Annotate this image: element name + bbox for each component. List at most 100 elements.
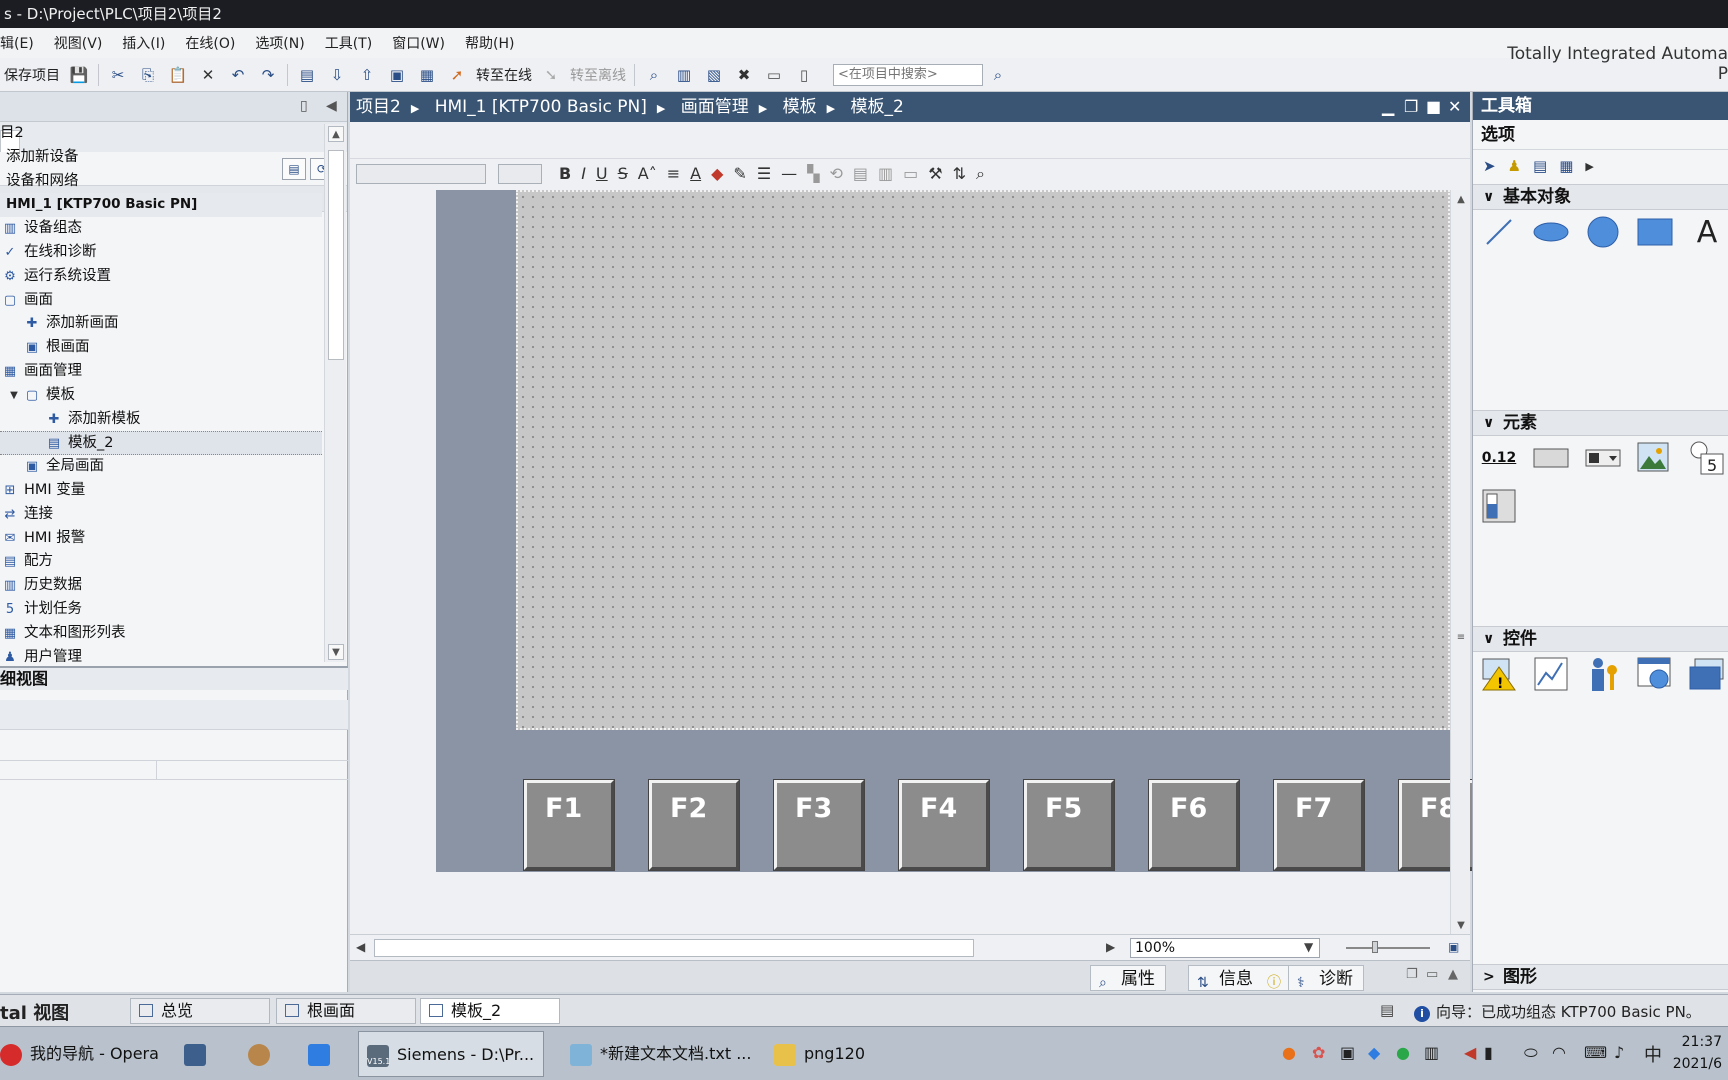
panel-expand-icon[interactable]: ▲: [1448, 967, 1458, 982]
upload-icon[interactable]: ⇧: [354, 63, 380, 87]
recipe-view-icon[interactable]: [1687, 654, 1727, 694]
tree-item[interactable]: 设备和网络: [0, 170, 322, 194]
canvas-vertical-scrollbar[interactable]: ▲ ≡ ▼: [1450, 190, 1470, 950]
scroll-up-icon[interactable]: ▲: [328, 126, 344, 142]
tray-volume-icon[interactable]: ♪: [1614, 1043, 1624, 1062]
taskbar-clock[interactable]: 21:37 2021/6: [1673, 1031, 1722, 1075]
tree-item[interactable]: 添加新设备: [0, 146, 322, 170]
font-size-select[interactable]: [498, 163, 542, 184]
tree-item[interactable]: ⚙ 运行系统设置: [0, 265, 322, 289]
html-browser-icon[interactable]: [1635, 654, 1675, 694]
menu-view[interactable]: 视图(V): [44, 33, 113, 53]
rotate-icon[interactable]: ⟲: [824, 164, 847, 183]
tree-scrollbar[interactable]: ▲ ▼: [324, 124, 346, 662]
tree-item[interactable]: ▣ 全局画面: [0, 455, 322, 479]
compile-icon[interactable]: ▤: [294, 63, 320, 87]
close-editor-icon[interactable]: ✖: [731, 63, 757, 87]
tray-usb-icon[interactable]: ▣: [1340, 1043, 1355, 1062]
line-color-icon[interactable]: ✎: [728, 164, 751, 183]
function-key-f5[interactable]: F5: [1024, 780, 1114, 870]
tree-item[interactable]: ⊞ HMI 变量: [0, 479, 322, 503]
minimize-icon[interactable]: ▁: [1382, 92, 1394, 122]
tree-item-project[interactable]: 目2: [0, 122, 322, 146]
split-vertical-icon[interactable]: ▯: [791, 63, 817, 87]
breadcrumb-item[interactable]: 项目2: [356, 97, 401, 117]
tray-ime[interactable]: 中: [1644, 1041, 1662, 1067]
collapse-left-icon[interactable]: ◀: [326, 98, 337, 114]
download-icon[interactable]: ⇩: [324, 63, 350, 87]
tree-item[interactable]: ▦ 画面管理: [0, 360, 322, 384]
float-icon[interactable]: ❐: [1404, 92, 1418, 122]
section-basic-objects[interactable]: ∨ 基本对象: [1473, 184, 1728, 210]
horizontal-scroll-thumb[interactable]: [374, 939, 974, 957]
scroll-down-icon[interactable]: ▼: [1453, 918, 1469, 934]
tree-item[interactable]: ▤ 配方: [0, 550, 322, 574]
table-icon[interactable]: ▦: [1559, 157, 1573, 175]
tab-info[interactable]: ⇅ 信息 ⓘ: [1188, 965, 1290, 991]
taskbar-tia-portal[interactable]: V15.1 Siemens - D:\Pr...: [358, 1031, 544, 1077]
scroll-right-icon[interactable]: ▶: [1106, 940, 1115, 954]
scroll-left-icon[interactable]: ◀: [356, 940, 365, 954]
tree-item[interactable]: ♟ 用户管理: [0, 646, 322, 664]
italic-icon[interactable]: I: [576, 164, 591, 183]
alarm-view-icon[interactable]: !: [1479, 654, 1519, 694]
user-view-icon[interactable]: [1583, 654, 1623, 694]
arrange-icon[interactable]: ▚: [802, 164, 824, 183]
fill-color-icon[interactable]: ◆: [706, 164, 728, 183]
tray-network-icon[interactable]: ▥: [1424, 1043, 1439, 1062]
button-tool-icon[interactable]: [1531, 438, 1571, 478]
scroll-up-icon[interactable]: ▲: [1453, 192, 1469, 208]
tab-diagnostics[interactable]: ⚕ 诊断: [1288, 965, 1364, 991]
panel-pin-icon[interactable]: ▯: [300, 98, 308, 114]
accessible-devices-icon[interactable]: ⌕: [641, 63, 667, 87]
menu-edit[interactable]: 辑(E): [0, 33, 44, 53]
simulation-icon[interactable]: ▣: [384, 63, 410, 87]
function-key-f7[interactable]: F7: [1274, 780, 1364, 870]
zoom-slider-knob[interactable]: [1372, 941, 1378, 953]
breadcrumb-item[interactable]: 模板_2: [850, 97, 903, 117]
tree-item[interactable]: ▥ 设备组态: [0, 217, 322, 241]
tree-item[interactable]: HMI_1 [KTP700 Basic PN]: [0, 193, 322, 218]
panel-float-icon[interactable]: ❐: [1406, 967, 1418, 982]
tab-template-2[interactable]: 模板_2: [420, 998, 560, 1024]
tray-app-icon[interactable]: ●: [1282, 1043, 1296, 1062]
text-tool-icon[interactable]: A: [1687, 212, 1727, 252]
scroll-down-icon[interactable]: ▼: [328, 644, 344, 660]
go-offline-icon[interactable]: ➘: [538, 63, 564, 87]
status-list-icon[interactable]: ▤: [1380, 1001, 1394, 1019]
menu-window[interactable]: 窗口(W): [382, 33, 455, 53]
taskbar-notepad[interactable]: *新建文本文档.txt ...: [570, 1031, 751, 1077]
same-size-icon[interactable]: ▭: [898, 164, 923, 183]
taskbar-opera[interactable]: 我的导航 - Opera: [0, 1031, 160, 1077]
tray-microphone-icon[interactable]: ⬭: [1524, 1043, 1538, 1063]
io-field-icon[interactable]: 0.12: [1479, 438, 1519, 478]
menu-online[interactable]: 在线(O): [175, 33, 245, 53]
tree-item[interactable]: ▥ 历史数据: [0, 574, 322, 598]
library-icon[interactable]: ▤: [1533, 157, 1547, 175]
section-elements[interactable]: ∨ 元素: [1473, 410, 1728, 436]
tree-item[interactable]: ⇄ 连接: [0, 503, 322, 527]
line-width-icon[interactable]: —: [776, 164, 802, 183]
paste-icon[interactable]: 📋: [165, 63, 191, 87]
tree-item[interactable]: ▢ 画面: [0, 289, 322, 313]
tree-item[interactable]: ▦ 文本和图形列表: [0, 622, 322, 646]
layer-icon[interactable]: ⇅: [948, 164, 971, 183]
breadcrumb-item[interactable]: 模板: [783, 97, 817, 117]
tree-item[interactable]: ✚ 添加新画面: [0, 312, 322, 336]
expand-arrow-icon[interactable]: ▼: [6, 388, 22, 404]
graphic-view-icon[interactable]: [1635, 438, 1675, 478]
tray-keyboard-icon[interactable]: ⌨: [1584, 1043, 1607, 1062]
menu-help[interactable]: 帮助(H): [455, 33, 524, 53]
zoom-tool-icon[interactable]: ⌕: [971, 164, 990, 184]
save-icon[interactable]: 💾: [66, 63, 92, 87]
go-online-button[interactable]: 转至在线: [472, 65, 536, 85]
taskbar-paint[interactable]: [248, 1031, 278, 1077]
function-key-f1[interactable]: F1: [524, 780, 614, 870]
project-search-input[interactable]: [833, 63, 983, 86]
taskbar-folder[interactable]: png120: [774, 1031, 874, 1077]
tree-item[interactable]: ▣ 根画面: [0, 336, 322, 360]
zoom-slider[interactable]: [1346, 941, 1430, 953]
circle-tool-icon[interactable]: [1583, 212, 1623, 252]
hmi-screen-area[interactable]: [516, 190, 1450, 730]
align-icon[interactable]: ≡: [662, 164, 685, 183]
